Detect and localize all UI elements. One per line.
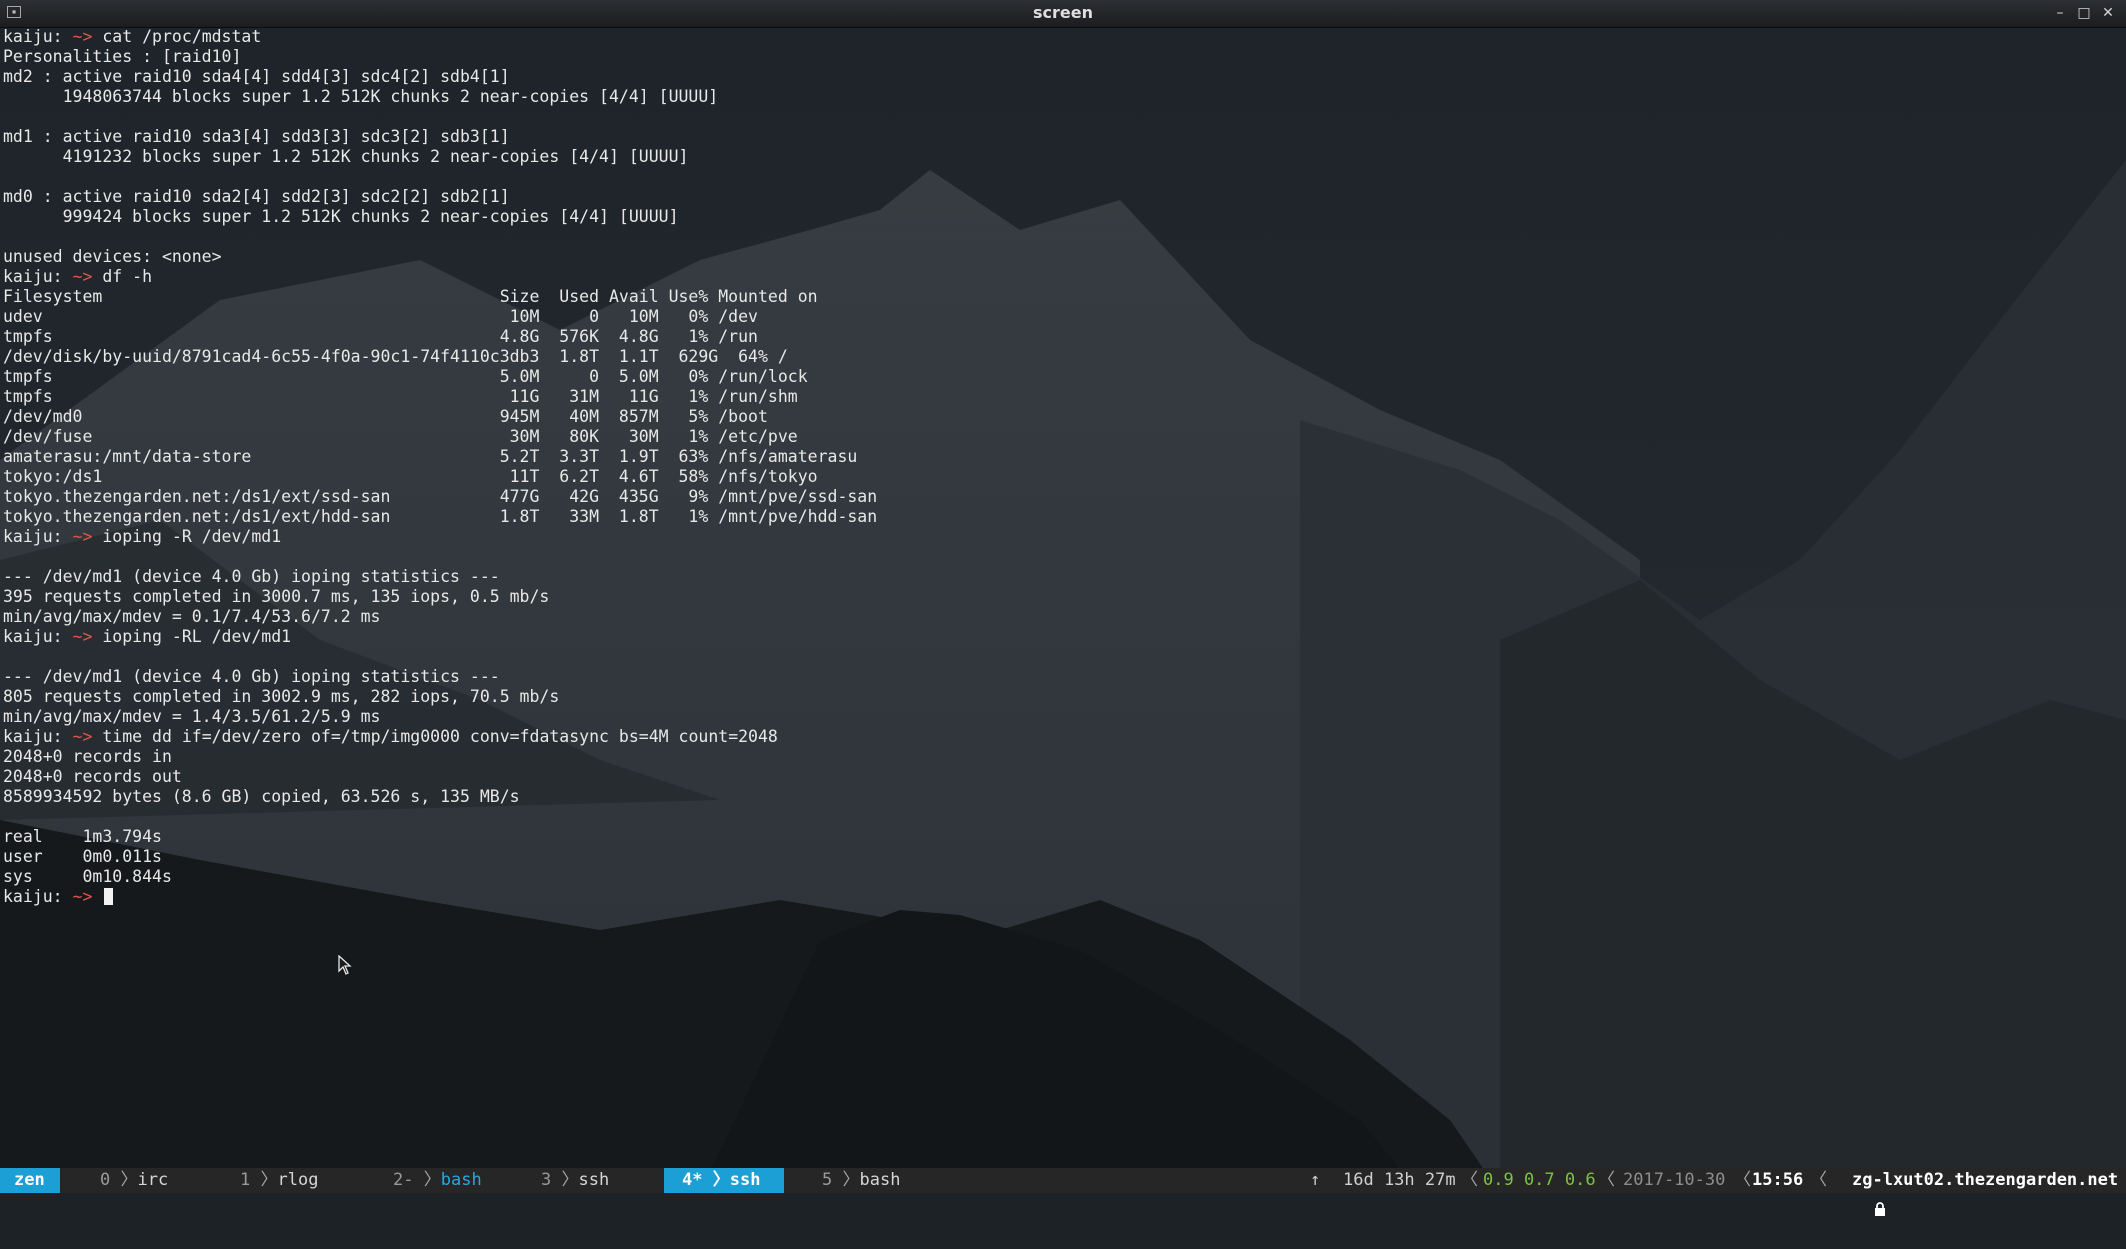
command-text: time dd if=/dev/zero of=/tmp/img0000 con… — [92, 727, 778, 746]
session-name-badge: zen — [0, 1168, 60, 1193]
window-tab-1[interactable]: 1 〉rlog — [240, 1168, 318, 1193]
prompt-arrow: ~> — [72, 27, 93, 46]
window-name: bash — [440, 1170, 482, 1190]
prompt-host: kaiju: — [3, 27, 63, 46]
output-line: real 1m3.794s — [3, 827, 162, 846]
output-line: 1948063744 blocks super 1.2 512K chunks … — [3, 87, 719, 106]
window-titlebar[interactable]: ▪ screen – □ ✕ — [0, 0, 2126, 28]
output-line: /dev/fuse 30M 80K 30M 1% /etc/pve — [3, 427, 798, 446]
output-line: Personalities : [raid10] — [3, 47, 242, 66]
output-line: /dev/disk/by-uuid/8791cad4-6c55-4f0a-90c… — [3, 347, 788, 366]
command-text — [92, 887, 102, 906]
output-line: --- /dev/md1 (device 4.0 Gb) ioping stat… — [3, 667, 500, 686]
output-line: amaterasu:/mnt/data-store 5.2T 3.3T 1.9T… — [3, 447, 858, 466]
window-number: 4* — [682, 1170, 703, 1190]
window-name: ssh — [729, 1170, 761, 1190]
output-line: 2048+0 records out — [3, 767, 182, 786]
prompt-line: kaiju: ~> ioping -RL /dev/md1 — [3, 627, 877, 647]
window-name: ssh — [578, 1170, 610, 1190]
command-text: ioping -RL /dev/md1 — [92, 627, 292, 646]
load-average: 0.9 0.7 0.6 — [1483, 1170, 1596, 1190]
output-line: 999424 blocks super 1.2 512K chunks 2 ne… — [3, 207, 679, 226]
output-line: unused devices: <none> — [3, 247, 222, 266]
output-line: tokyo.thezengarden.net:/ds1/ext/hdd-san … — [3, 507, 878, 526]
output-line: tmpfs 5.0M 0 5.0M 0% /run/lock — [3, 367, 808, 386]
window-number: 0 — [100, 1170, 111, 1190]
window-name: irc — [137, 1170, 169, 1190]
output-line: udev 10M 0 10M 0% /dev — [3, 307, 758, 326]
prompt-arrow: ~> — [72, 627, 93, 646]
output-line: 395 requests completed in 3000.7 ms, 135… — [3, 587, 550, 606]
output-line: user 0m0.011s — [3, 847, 162, 866]
window-title: screen — [1033, 3, 1093, 22]
prompt-line: kaiju: ~> ioping -R /dev/md1 — [3, 527, 877, 547]
window-name: bash — [859, 1170, 901, 1190]
output-line: tmpfs 11G 31M 11G 1% /run/shm — [3, 387, 798, 406]
window-tab-3[interactable]: 3 〉ssh — [541, 1168, 609, 1193]
output-line: 805 requests completed in 3002.9 ms, 282… — [3, 687, 560, 706]
screen-status-bar: zen 0 〉irc 1 〉rlog 2- 〉bash 3 〉ssh 4* 〉s… — [0, 1168, 2126, 1216]
output-line: md0 : active raid10 sda2[4] sdd2[3] sdc2… — [3, 187, 510, 206]
prompt-host: kaiju: — [3, 627, 63, 646]
window-number: 5 — [822, 1170, 833, 1190]
hostname: zg-lxut02.thezengarden.net — [1852, 1170, 2119, 1190]
output-line: min/avg/max/mdev = 1.4/3.5/61.2/5.9 ms — [3, 707, 381, 726]
output-line: 8589934592 bytes (8.6 GB) copied, 63.526… — [3, 787, 520, 806]
output-line: /dev/md0 945M 40M 857M 5% /boot — [3, 407, 768, 426]
prompt-line: kaiju: ~> cat /proc/mdstat — [3, 27, 877, 47]
prompt-line: kaiju: ~> time dd if=/dev/zero of=/tmp/i… — [3, 727, 877, 747]
window-number: 3 — [541, 1170, 552, 1190]
window-name: rlog — [277, 1170, 319, 1190]
command-text: cat /proc/mdstat — [92, 27, 262, 46]
output-line: md1 : active raid10 sda3[4] sdd3[3] sdc3… — [3, 127, 510, 146]
window-number: 1 — [240, 1170, 251, 1190]
output-line: 2048+0 records in — [3, 747, 172, 766]
uptime-arrow-icon: ↑ — [1310, 1170, 1321, 1190]
output-line: md2 : active raid10 sda4[4] sdd4[3] sdc4… — [3, 67, 510, 86]
output-line: Filesystem Size Used Avail Use% Mounted … — [3, 287, 818, 306]
maximize-icon[interactable]: □ — [2074, 3, 2094, 23]
prompt-arrow: ~> — [72, 527, 93, 546]
command-text: ioping -R /dev/md1 — [92, 527, 282, 546]
prompt-arrow: ~> — [72, 887, 93, 906]
terminal-output[interactable]: kaiju: ~> cat /proc/mdstat Personalities … — [3, 27, 877, 907]
date: 2017-10-30 — [1623, 1170, 1726, 1190]
close-icon[interactable]: ✕ — [2098, 3, 2118, 23]
prompt-host: kaiju: — [3, 527, 63, 546]
prompt-line: kaiju: ~> df -h — [3, 267, 877, 287]
window-tab-0[interactable]: 0 〉irc — [100, 1168, 168, 1193]
uptime: 16d 13h 27m — [1343, 1170, 1456, 1190]
text-cursor[interactable] — [104, 888, 114, 905]
output-line: 4191232 blocks super 1.2 512K chunks 2 n… — [3, 147, 689, 166]
mouse-pointer-icon — [338, 955, 352, 975]
output-line: min/avg/max/mdev = 0.1/7.4/53.6/7.2 ms — [3, 607, 381, 626]
command-text: df -h — [92, 267, 153, 286]
window-tab-2[interactable]: 2- 〉bash — [393, 1168, 482, 1193]
minimize-icon[interactable]: – — [2050, 3, 2070, 23]
prompt-arrow: ~> — [72, 267, 93, 286]
window-tab-5[interactable]: 5 〉bash — [822, 1168, 900, 1193]
output-line: tmpfs 4.8G 576K 4.8G 1% /run — [3, 327, 758, 346]
prompt-line: kaiju: ~> — [3, 887, 877, 907]
output-line: --- /dev/md1 (device 4.0 Gb) ioping stat… — [3, 567, 500, 586]
prompt-host: kaiju: — [3, 727, 63, 746]
output-line: sys 0m10.844s — [3, 867, 172, 886]
clock: 15:56 — [1752, 1170, 1804, 1190]
prompt-arrow: ~> — [72, 727, 93, 746]
window-number: 2- — [393, 1170, 414, 1190]
prompt-host: kaiju: — [3, 267, 63, 286]
output-line: tokyo.thezengarden.net:/ds1/ext/ssd-san … — [3, 487, 878, 506]
output-line: tokyo:/ds1 11T 6.2T 4.6T 58% /nfs/tokyo — [3, 467, 818, 486]
window-tab-4-active[interactable]: 4* 〉ssh — [664, 1168, 784, 1193]
prompt-host: kaiju: — [3, 887, 63, 906]
